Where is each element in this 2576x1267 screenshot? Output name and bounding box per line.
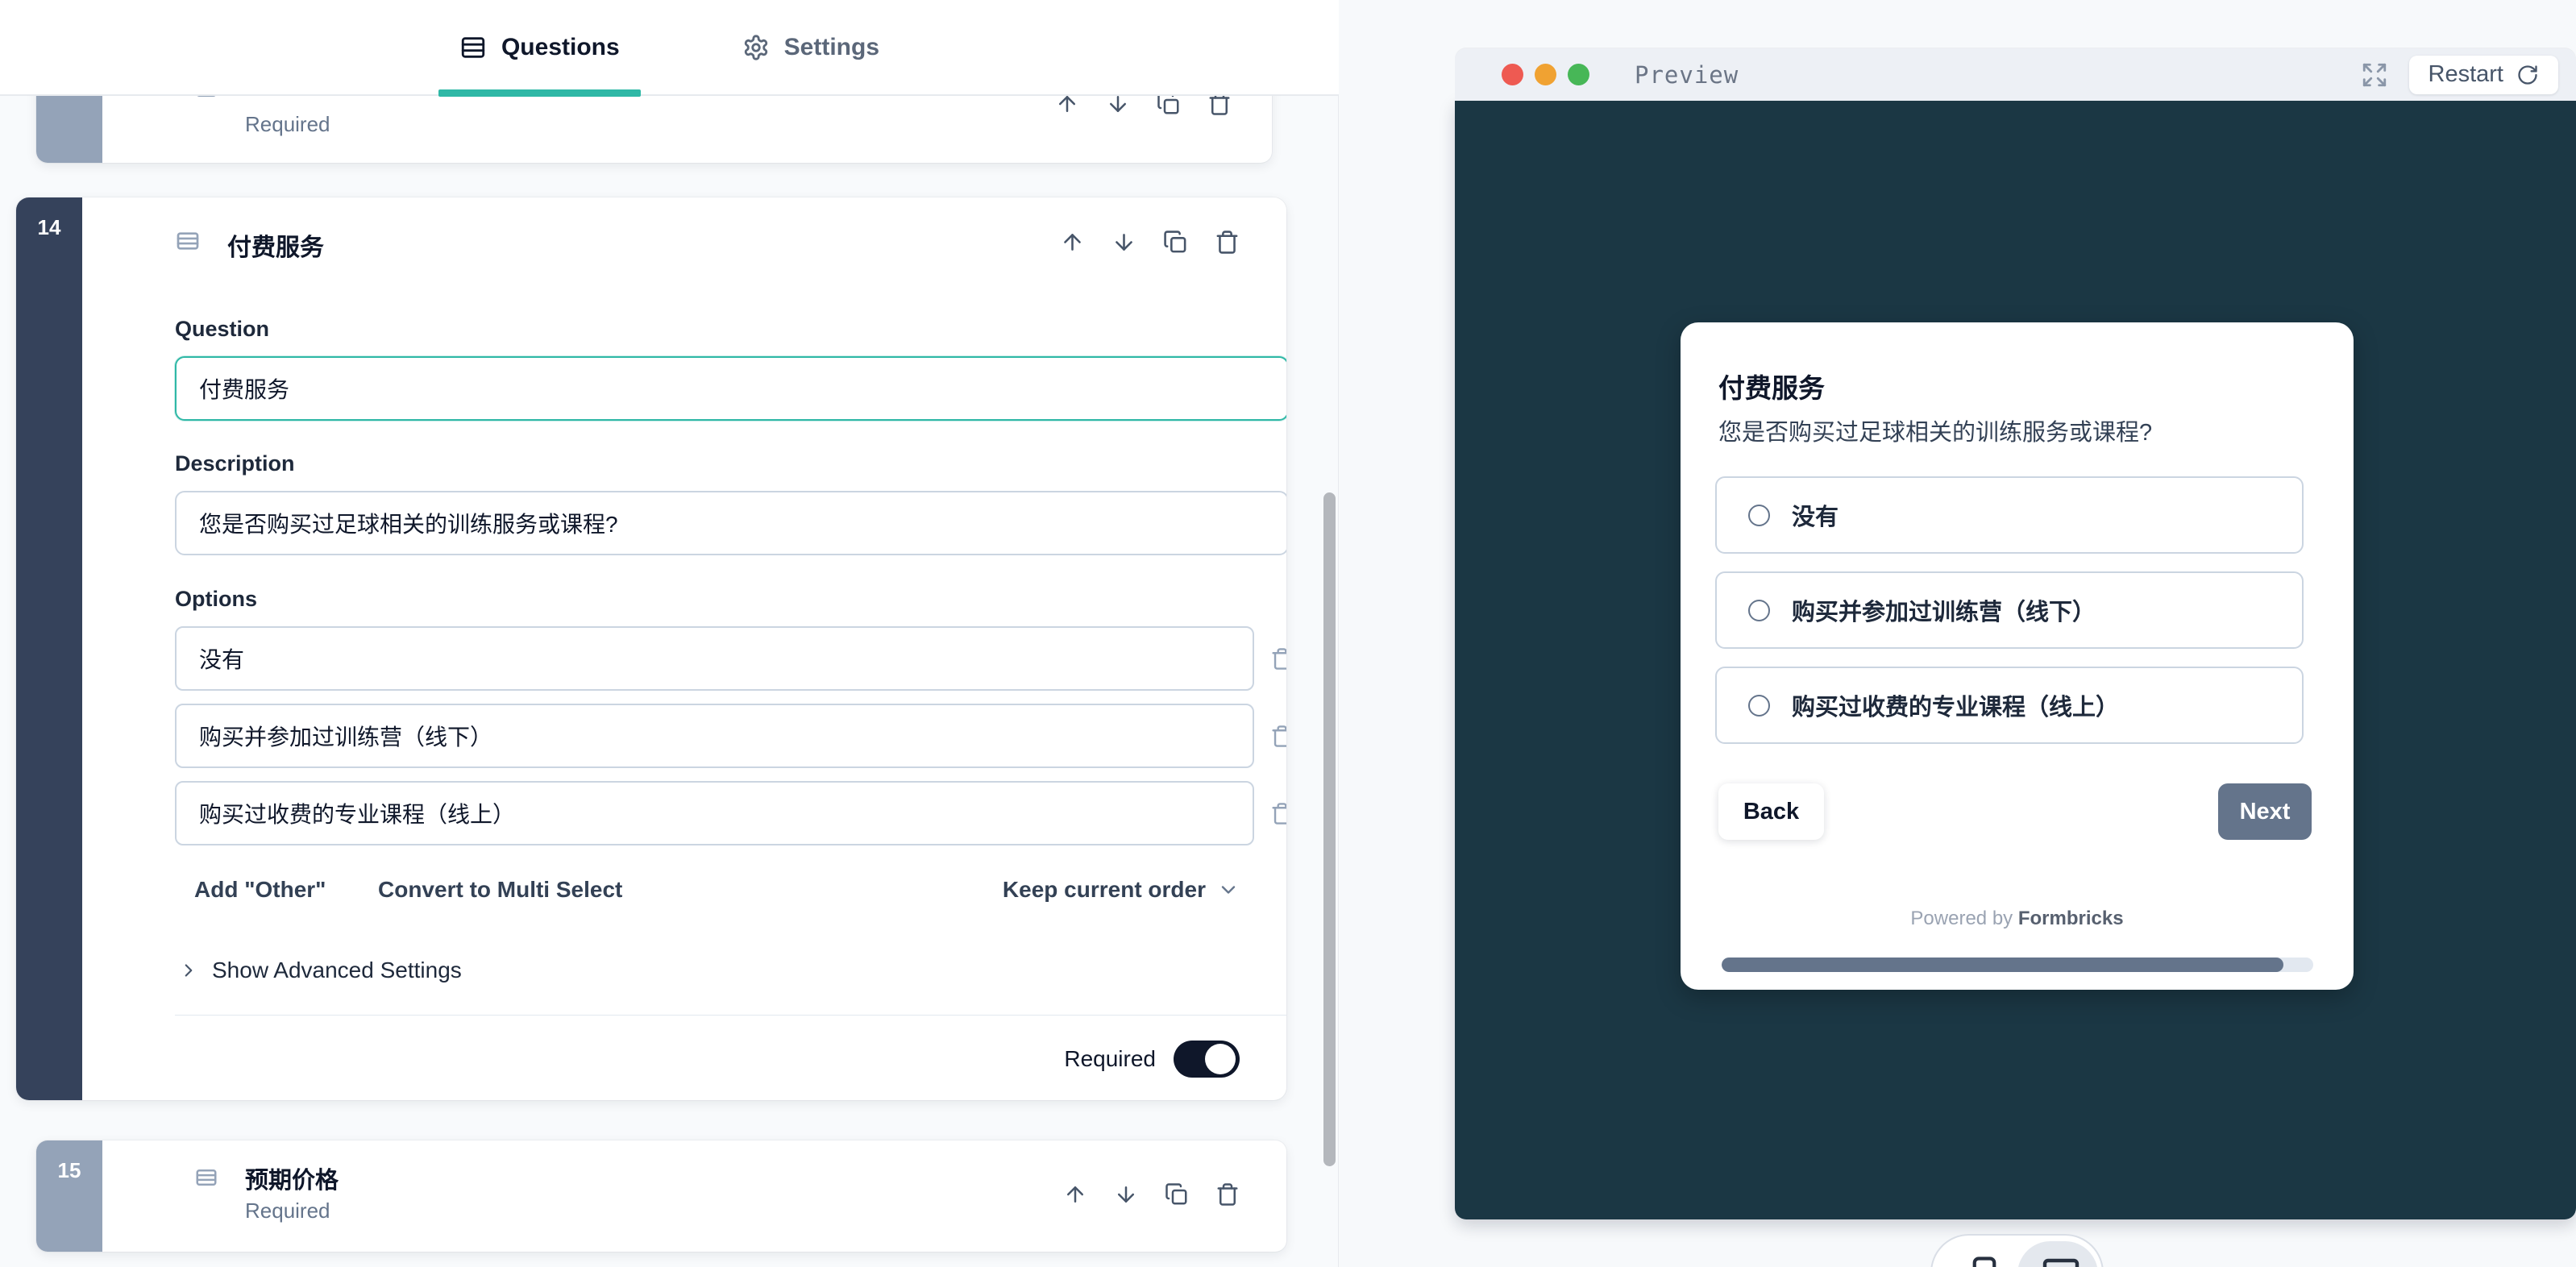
question-card-title: 付费服务	[227, 227, 324, 263]
trash-icon[interactable]	[1270, 725, 1286, 748]
tab-questions[interactable]: Questions	[438, 0, 641, 95]
scrollbar[interactable]	[1323, 492, 1336, 1166]
close-icon[interactable]	[1502, 64, 1523, 85]
trash-icon[interactable]	[1270, 802, 1286, 825]
minimize-icon[interactable]	[1535, 64, 1556, 85]
survey-editor-panel: Required 14 付费服务 Question	[0, 0, 1339, 1267]
show-advanced-settings-button[interactable]: Show Advanced Settings	[178, 958, 462, 983]
options-field-label: Options	[175, 587, 257, 612]
move-down-button[interactable]	[1114, 1182, 1138, 1207]
add-other-button[interactable]: Add "Other"	[194, 877, 326, 903]
required-label: Required	[1064, 1046, 1156, 1072]
survey-card: 付费服务 您是否购买过足球相关的训练服务或课程? 没有 购买并参加过训练营（线下…	[1681, 322, 2354, 990]
question-type-icon	[194, 1165, 218, 1190]
survey-option[interactable]: 购买过收费的专业课程（线上）	[1715, 667, 2304, 744]
survey-question: 付费服务	[1718, 367, 1825, 405]
order-dropdown-label: Keep current order	[1003, 877, 1206, 903]
preview-window-header: Preview Restart	[1455, 48, 2576, 101]
question-number: 15	[58, 1158, 81, 1252]
maximize-icon[interactable]	[1568, 64, 1589, 85]
rows-icon	[459, 34, 487, 61]
survey-description: 您是否购买过足球相关的训练服务或课程?	[1718, 413, 2152, 447]
question-number-bar: 14	[16, 197, 82, 1100]
trash-icon[interactable]	[1270, 647, 1286, 671]
required-badge: Required	[245, 112, 330, 137]
required-badge: Required	[245, 1198, 330, 1223]
expand-icon[interactable]	[2361, 61, 2388, 89]
chevron-down-icon	[1217, 879, 1240, 901]
question-card-active: 14 付费服务 Question 付费服务 Description	[16, 197, 1286, 1100]
preview-title: Preview	[1635, 61, 1739, 89]
order-dropdown[interactable]: Keep current order	[1003, 877, 1240, 903]
survey-option[interactable]: 购买并参加过训练营（线下）	[1715, 571, 2304, 649]
duplicate-button[interactable]	[1165, 1182, 1189, 1207]
progress-bar	[1722, 958, 2313, 972]
radio-icon	[1748, 600, 1770, 621]
question-input[interactable]: 付费服务	[175, 356, 1286, 421]
powered-by: Powered by Formbricks	[1681, 908, 2354, 930]
convert-multi-select-button[interactable]: Convert to Multi Select	[378, 877, 622, 903]
radio-icon	[1748, 505, 1770, 526]
delete-button[interactable]	[1215, 1182, 1240, 1207]
question-number-bar: 15	[36, 1140, 102, 1252]
question-card-next[interactable]: 15 预期价格 Required	[36, 1140, 1286, 1252]
editor-tab-bar: Questions Settings	[0, 0, 1339, 96]
required-toggle[interactable]	[1174, 1041, 1240, 1078]
brand-name: Formbricks	[2018, 908, 2124, 929]
smartphone-icon[interactable]	[1967, 1256, 2001, 1267]
required-row: Required	[1064, 1041, 1240, 1078]
question-card-title: 预期价格	[245, 1161, 339, 1195]
move-down-button[interactable]	[1111, 230, 1136, 255]
description-field-label: Description	[175, 451, 295, 476]
option-input[interactable]: 购买并参加过训练营（线下）	[175, 704, 1254, 768]
tab-settings[interactable]: Settings	[721, 0, 900, 95]
progress-fill	[1722, 958, 2283, 972]
survey-option[interactable]: 没有	[1715, 476, 2304, 554]
description-input[interactable]: 您是否购买过足球相关的训练服务或课程?	[175, 491, 1286, 555]
question-type-icon	[175, 228, 201, 254]
delete-button[interactable]	[1215, 230, 1240, 255]
move-up-button[interactable]	[1063, 1182, 1087, 1207]
restart-button[interactable]: Restart	[2409, 56, 2558, 94]
refresh-icon	[2516, 64, 2539, 86]
option-input[interactable]: 购买过收费的专业课程（线上）	[175, 781, 1254, 845]
radio-icon	[1748, 695, 1770, 717]
device-preview-switch	[1930, 1234, 2104, 1267]
next-button[interactable]: Next	[2218, 783, 2312, 840]
gear-icon	[742, 34, 770, 61]
option-input[interactable]: 没有	[175, 626, 1254, 691]
chevron-right-icon	[178, 960, 199, 981]
move-up-button[interactable]	[1060, 230, 1085, 255]
question-number: 14	[38, 215, 61, 1100]
back-button[interactable]: Back	[1718, 783, 1824, 840]
duplicate-button[interactable]	[1163, 230, 1188, 255]
question-field-label: Question	[175, 317, 269, 342]
monitor-icon[interactable]	[2042, 1257, 2080, 1267]
survey-preview-area: 付费服务 您是否购买过足球相关的训练服务或课程? 没有 购买并参加过训练营（线下…	[1455, 101, 2576, 1219]
